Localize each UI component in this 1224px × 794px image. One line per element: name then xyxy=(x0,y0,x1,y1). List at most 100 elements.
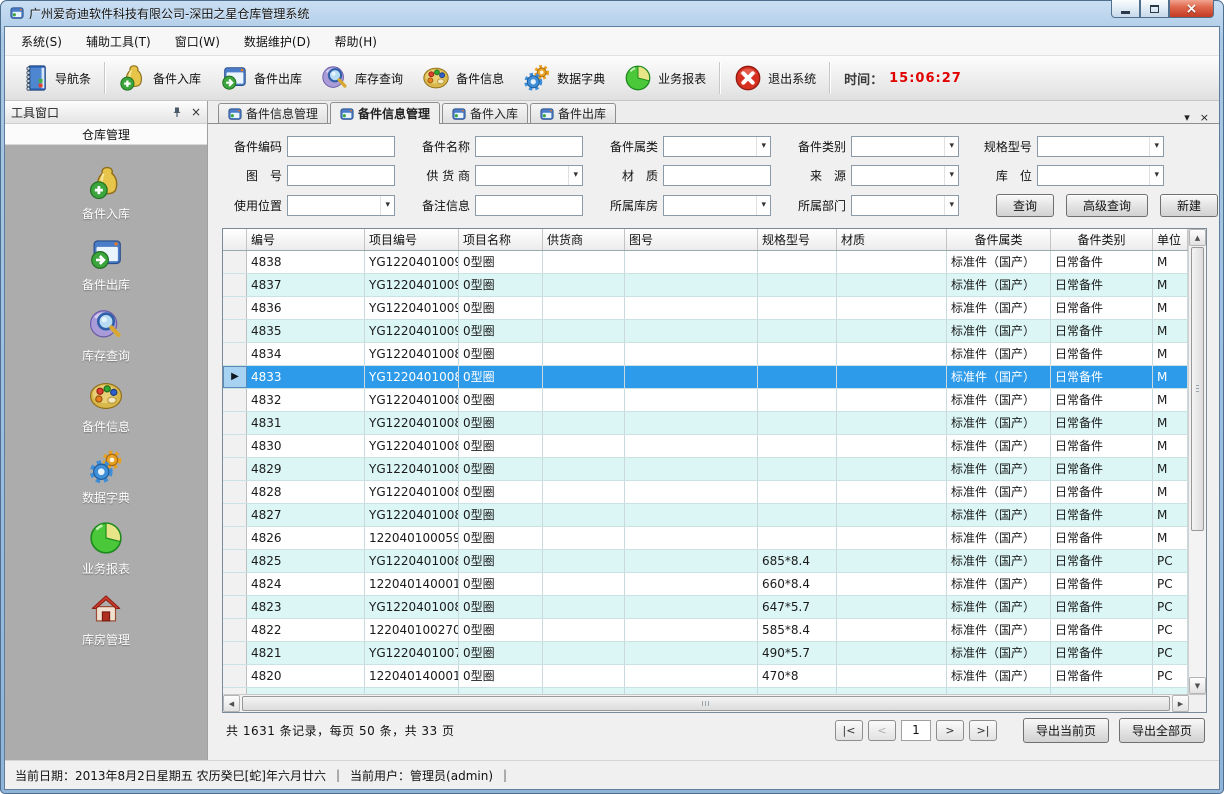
tab-parts-outbound[interactable]: 备件出库 xyxy=(530,103,616,123)
table-row[interactable]: ▶ 4821 YG12204010079 0型圈 490*5.7 xyxy=(223,642,1188,665)
toolbar-button-exit-system[interactable]: 退出系统 xyxy=(724,59,825,97)
sidebar-item-business-report[interactable]: 业务报表 xyxy=(5,519,207,577)
row-selector-cell[interactable]: ▶ xyxy=(223,297,247,319)
header-type[interactable]: 备件类别 xyxy=(1051,229,1153,250)
table-row[interactable]: ▶ 4829 YG12204010084 0型圈 xyxy=(223,458,1188,481)
toolbar-button-parts-info[interactable]: 备件信息 xyxy=(412,59,513,97)
export-all-pages-button[interactable]: 导出全部页 xyxy=(1119,718,1205,743)
menu-item[interactable]: 帮助(H) xyxy=(323,28,389,55)
close-button[interactable]: × xyxy=(1169,0,1214,18)
table-row[interactable]: ▶ 4830 YG12204010085 0型圈 xyxy=(223,435,1188,458)
maximize-button[interactable] xyxy=(1140,0,1169,18)
export-current-page-button[interactable]: 导出当前页 xyxy=(1023,718,1109,743)
row-selector-cell[interactable]: ▶ xyxy=(223,481,247,503)
table-row[interactable]: ▶ 4838 YG12204010093 0型圈 xyxy=(223,251,1188,274)
tab-parts-inbound[interactable]: 备件入库 xyxy=(442,103,528,123)
menu-item[interactable]: 数据维护(D) xyxy=(232,28,323,55)
drawing-no-field[interactable] xyxy=(287,165,395,186)
horizontal-scrollbar[interactable]: ◀ ▶ xyxy=(223,694,1206,712)
header-supplier[interactable]: 供货商 xyxy=(543,229,625,250)
vertical-scroll-thumb[interactable] xyxy=(1191,247,1204,531)
sidebar-item-warehouse-management[interactable]: 库房管理 xyxy=(5,590,207,648)
horizontal-scroll-thumb[interactable] xyxy=(242,696,1170,711)
row-selector-cell[interactable]: ▶ xyxy=(223,343,247,365)
toolbar-button-parts-outbound[interactable]: 备件出库 xyxy=(210,59,311,97)
menu-item[interactable]: 辅助工具(T) xyxy=(74,28,163,55)
row-selector-cell[interactable]: ▶ xyxy=(223,527,247,549)
tab-parts-info-management-2[interactable]: 备件信息管理 xyxy=(330,102,440,124)
close-panel-icon[interactable]: × xyxy=(191,105,201,119)
toolbar-button-business-report[interactable]: 业务报表 xyxy=(614,59,715,97)
table-row[interactable]: ▶ 4833 YG12204010088 0型圈 xyxy=(223,366,1188,389)
row-selector-cell[interactable]: ▶ xyxy=(223,412,247,434)
header-id[interactable]: 编号 xyxy=(247,229,365,250)
header-material[interactable]: 材质 xyxy=(837,229,947,250)
tab-list-dropdown-icon[interactable]: ▾ xyxy=(1184,112,1190,123)
row-selector-cell[interactable]: ▶ xyxy=(223,458,247,480)
source-select[interactable]: ▾ xyxy=(851,165,959,186)
prev-page-button[interactable]: < xyxy=(868,720,896,741)
scroll-right-icon[interactable]: ▶ xyxy=(1172,695,1189,712)
toolbar-button-navbar[interactable]: 导航条 xyxy=(11,59,100,97)
scroll-left-icon[interactable]: ◀ xyxy=(223,695,240,712)
header-project-name[interactable]: 项目名称 xyxy=(459,229,543,250)
tab-parts-info-management-1[interactable]: 备件信息管理 xyxy=(218,103,328,123)
sidebar-item-data-dictionary[interactable]: 数据字典 xyxy=(5,448,207,506)
sidebar-item-parts-info[interactable]: 备件信息 xyxy=(5,377,207,435)
sidebar-item-parts-inbound[interactable]: 备件入库 xyxy=(5,164,207,222)
header-unit[interactable]: 单位 xyxy=(1153,229,1188,250)
advanced-search-button[interactable]: 高级查询 xyxy=(1066,194,1148,217)
table-row[interactable]: ▶ 4825 YG12204010081 0型圈 685*8.4 xyxy=(223,550,1188,573)
table-row[interactable]: ▶ 4834 YG12204010089 0型圈 xyxy=(223,343,1188,366)
sidebar-item-parts-outbound[interactable]: 备件出库 xyxy=(5,235,207,293)
toolbar-button-inventory-query[interactable]: 库存查询 xyxy=(311,59,412,97)
row-selector-cell[interactable]: ▶ xyxy=(223,642,247,664)
table-row[interactable]: ▶ 4826 1220401000599 0型圈 xyxy=(223,527,1188,550)
search-button[interactable]: 查询 xyxy=(996,194,1054,217)
supplier-select[interactable]: ▾ xyxy=(475,165,583,186)
vertical-scrollbar[interactable]: ▲ ▼ xyxy=(1188,229,1206,694)
row-selector-cell[interactable]: ▶ xyxy=(223,366,247,388)
material-field[interactable] xyxy=(663,165,771,186)
table-row[interactable]: ▶ 4823 YG12204010080 0型圈 647*5.7 xyxy=(223,596,1188,619)
row-selector-cell[interactable]: ▶ xyxy=(223,389,247,411)
row-selector-cell[interactable]: ▶ xyxy=(223,504,247,526)
header-category[interactable]: 备件属类 xyxy=(947,229,1051,250)
spare-name-field[interactable] xyxy=(475,136,583,157)
minimize-button[interactable] xyxy=(1111,0,1140,18)
category-select[interactable]: ▾ xyxy=(663,136,771,157)
menu-item[interactable]: 系统(S) xyxy=(9,28,74,55)
first-page-button[interactable]: |< xyxy=(835,720,863,741)
scroll-up-icon[interactable]: ▲ xyxy=(1189,229,1206,246)
row-selector-cell[interactable]: ▶ xyxy=(223,596,247,618)
last-page-button[interactable]: >| xyxy=(969,720,997,741)
next-page-button[interactable]: > xyxy=(936,720,964,741)
table-row[interactable]: ▶ 4831 YG12204010086 0型圈 xyxy=(223,412,1188,435)
pin-icon[interactable] xyxy=(171,106,183,118)
header-drawing-no[interactable]: 图号 xyxy=(625,229,758,250)
table-row[interactable]: ▶ 4824 1220401400012 0型圈 660*8.4 xyxy=(223,573,1188,596)
row-selector-cell[interactable]: ▶ xyxy=(223,573,247,595)
location-select[interactable]: ▾ xyxy=(1037,165,1164,186)
spec-select[interactable]: ▾ xyxy=(1037,136,1164,157)
table-row[interactable]: ▶ 4835 YG12204010090 0型圈 xyxy=(223,320,1188,343)
row-selector-cell[interactable]: ▶ xyxy=(223,619,247,641)
scroll-down-icon[interactable]: ▼ xyxy=(1189,677,1206,694)
header-project-code[interactable]: 项目编号 xyxy=(365,229,459,250)
row-selector-cell[interactable]: ▶ xyxy=(223,274,247,296)
row-selector-cell[interactable]: ▶ xyxy=(223,320,247,342)
toolbar-button-data-dictionary[interactable]: 数据字典 xyxy=(513,59,614,97)
table-row[interactable]: ▶ 4822 1220401002700 0型圈 585*8.4 xyxy=(223,619,1188,642)
table-row[interactable]: ▶ 4837 YG12204010092 0型圈 xyxy=(223,274,1188,297)
table-row[interactable]: ▶ 4827 YG12204010082 0型圈 xyxy=(223,504,1188,527)
row-selector-cell[interactable]: ▶ xyxy=(223,435,247,457)
type-select[interactable]: ▾ xyxy=(851,136,959,157)
menu-item[interactable]: 窗口(W) xyxy=(163,28,232,55)
use-position-select[interactable]: ▾ xyxy=(287,195,395,216)
table-row[interactable]: ▶ 4836 YG12204010091 0型圈 xyxy=(223,297,1188,320)
table-row[interactable]: ▶ 4832 YG12204010087 0型圈 xyxy=(223,389,1188,412)
spare-code-field[interactable] xyxy=(287,136,395,157)
header-spec[interactable]: 规格型号 xyxy=(758,229,837,250)
table-row[interactable]: ▶ 4828 YG12204010083 0型圈 xyxy=(223,481,1188,504)
page-number-input[interactable]: 1 xyxy=(901,720,931,741)
